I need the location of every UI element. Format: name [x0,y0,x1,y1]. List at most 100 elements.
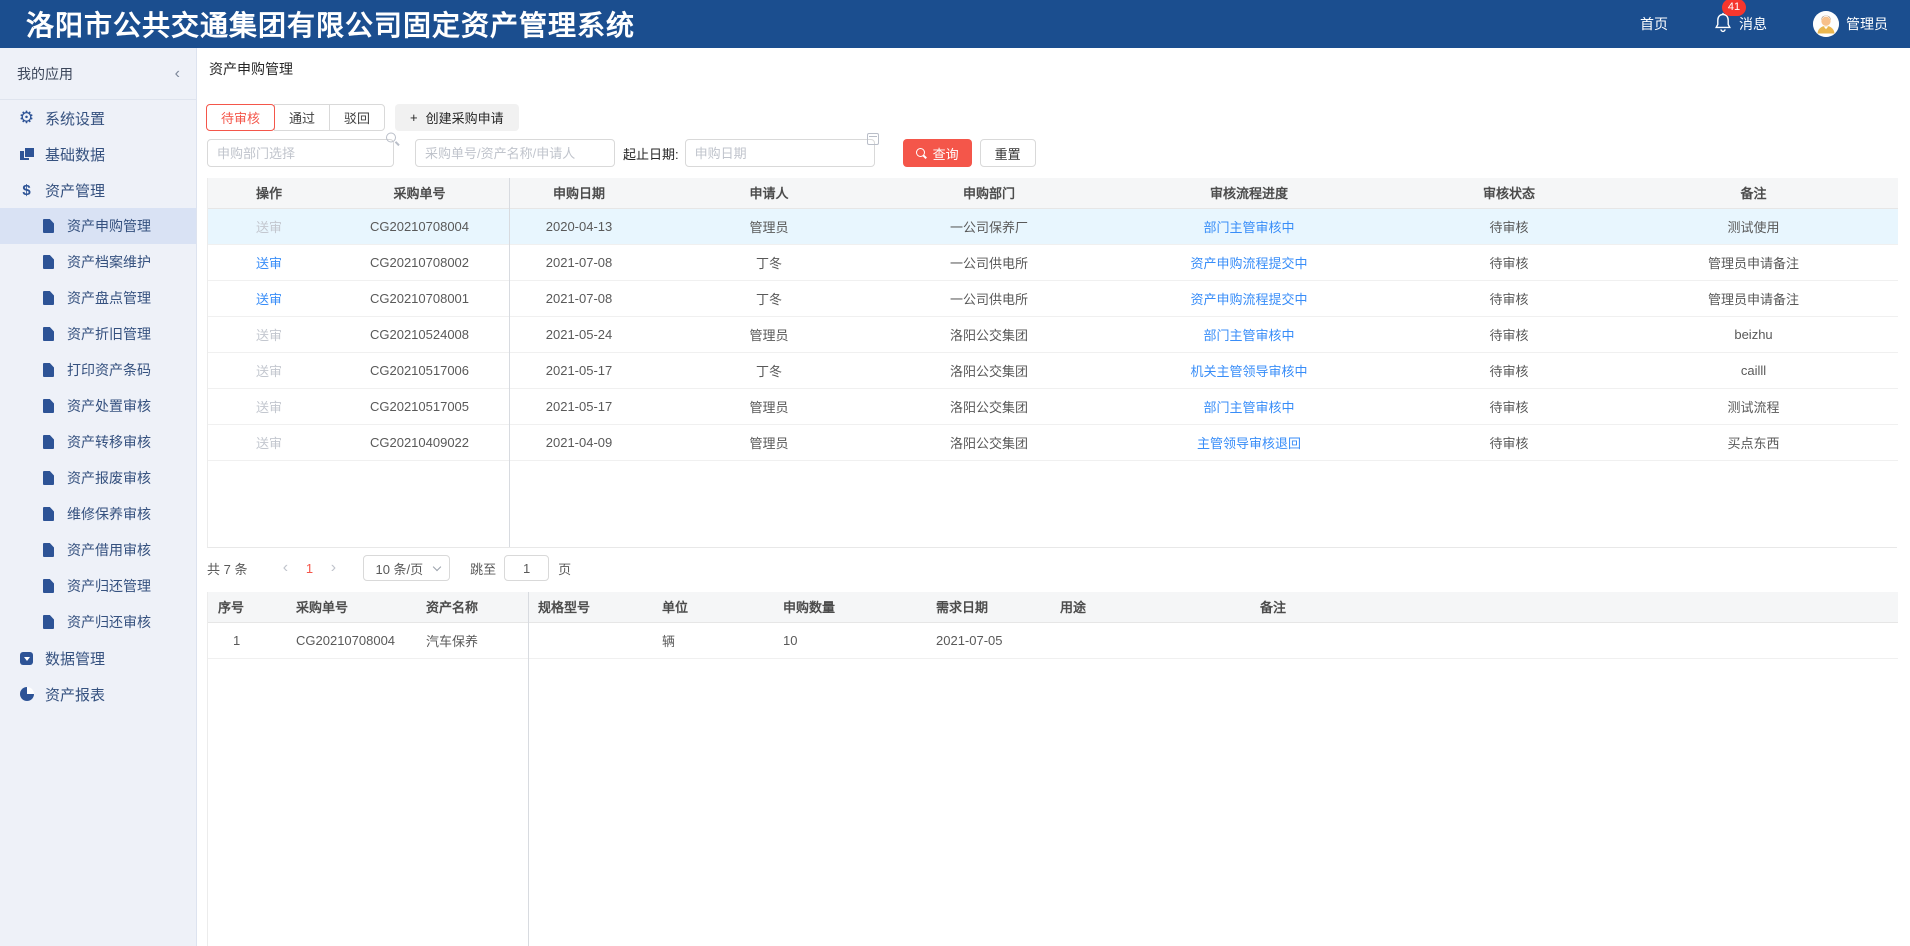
detail-row: 1 CG20210708004 汽车保养 辆 10 2021-07-05 [208,622,1898,658]
status-tab[interactable]: 通过 [274,104,330,131]
sidebar-item[interactable]: 打印资产条码 [0,352,196,388]
order-no-cell: CG20210517005 [330,388,509,424]
sidebar-item-label: 资产归还管理 [67,576,151,596]
table-row[interactable]: 送审 CG20210708001 2021-07-08 丁冬 一公司供电所 资产… [208,280,1898,316]
remark-cell: 管理员申请备注 [1609,244,1898,280]
sidebar-item-label: 资产管理 [45,180,105,201]
sidebar-item[interactable]: 资产盘点管理 [0,280,196,316]
remark-cell: 测试流程 [1609,388,1898,424]
detail-table: 序号采购单号资产名称规格型号单位申购数量需求日期用途备注 1 CG2021070… [207,592,1897,946]
status-cell: 待审核 [1409,352,1609,388]
avatar [1813,11,1839,37]
order-no-cell: CG20210708002 [330,244,509,280]
sidebar-item[interactable]: 资产报废审核 [0,460,196,496]
sidebar-item[interactable]: 资产归还管理 [0,568,196,604]
progress-link[interactable]: 机关主管领导审核中 [1190,364,1307,379]
table-row[interactable]: 送审 CG20210517005 2021-05-17 管理员 洛阳公交集团 部… [208,388,1898,424]
progress-link[interactable]: 部门主管审核中 [1203,400,1294,415]
status-cell: 待审核 [1409,316,1609,352]
progress-link[interactable]: 部门主管审核中 [1203,220,1294,235]
sidebar-item[interactable]: 资产折旧管理 [0,316,196,352]
date-cell: 2021-05-17 [509,352,649,388]
query-button[interactable]: 查询 [903,139,972,167]
progress-link[interactable]: 资产申购流程提交中 [1190,256,1307,271]
column-header: 单位 [652,592,773,622]
dollar-icon [18,182,35,198]
submit-review-link[interactable]: 送审 [256,292,282,307]
page-size-select[interactable]: 10 条/页 [363,555,450,581]
dept-cell: 一公司保养厂 [889,208,1089,244]
sidebar-item[interactable]: 基础数据 [0,136,196,172]
nav-home[interactable]: 首页 [1640,14,1668,34]
column-header: 审核流程进度 [1089,178,1409,208]
jump-suffix: 页 [558,559,571,578]
table-row[interactable]: 送审 CG20210708002 2021-07-08 丁冬 一公司供电所 资产… [208,244,1898,280]
order-no-cell: CG20210517006 [330,352,509,388]
progress-link[interactable]: 部门主管审核中 [1203,328,1294,343]
document-icon [40,290,57,306]
next-page-button[interactable]: › [321,560,345,576]
dept-select-input[interactable] [207,139,394,167]
progress-link[interactable]: 主管领导审核退回 [1197,436,1301,451]
reset-button[interactable]: 重置 [980,139,1036,167]
submit-review-link[interactable]: 送审 [256,220,282,235]
date-cell: 2020-04-13 [509,208,649,244]
progress-link[interactable]: 资产申购流程提交中 [1190,292,1307,307]
order-no-cell: CG20210708004 [286,622,416,658]
document-icon [40,542,57,558]
column-header: 用途 [1050,592,1250,622]
table-row[interactable]: 送审 CG20210708004 2020-04-13 管理员 一公司保养厂 部… [208,208,1898,244]
column-header: 序号 [208,592,286,622]
status-tab[interactable]: 驳回 [329,104,385,131]
table-row[interactable]: 送审 CG20210524008 2021-05-24 管理员 洛阳公交集团 部… [208,316,1898,352]
submit-review-link[interactable]: 送审 [256,256,282,271]
sidebar-item[interactable]: 资产管理 [0,172,196,208]
column-header: 申购数量 [773,592,926,622]
sidebar-item[interactable]: 系统设置 [0,100,196,136]
column-header: 申购部门 [889,178,1089,208]
submit-review-link[interactable]: 送审 [256,364,282,379]
table-row[interactable]: 送审 CG20210409022 2021-04-09 管理员 洛阳公交集团 主… [208,424,1898,460]
create-purchase-button[interactable]: + 创建采购申请 [395,104,519,131]
quantity-cell: 10 [773,622,926,658]
table-row[interactable]: 送审 CG20210517006 2021-05-17 丁冬 洛阳公交集团 机关… [208,352,1898,388]
app-header: 洛阳市公共交通集团有限公司固定资产管理系统 首页 41 消息 管理员 [0,0,1910,48]
calendar-icon [867,133,879,145]
sidebar-item-label: 数据管理 [45,648,105,669]
sidebar-item[interactable]: 维修保养审核 [0,496,196,532]
document-icon [40,506,57,522]
sidebar-item-label: 资产借用审核 [67,540,151,560]
prev-page-button[interactable]: ‹ [273,560,297,576]
submit-review-link[interactable]: 送审 [256,400,282,415]
sidebar-item[interactable]: 资产处置审核 [0,388,196,424]
collapse-sidebar-icon[interactable]: ‹ [175,65,180,83]
jump-page-input[interactable] [504,555,549,581]
keyword-input[interactable] [415,139,615,167]
status-tab[interactable]: 待审核 [206,104,275,131]
sidebar-item[interactable]: 资产归还审核 [0,604,196,640]
applicant-cell: 管理员 [649,316,889,352]
table-header-row: 序号采购单号资产名称规格型号单位申购数量需求日期用途备注 [208,592,1898,622]
submit-review-link[interactable]: 送审 [256,328,282,343]
sidebar-item[interactable]: 数据管理 [0,640,196,676]
sidebar-item[interactable]: 资产报表 [0,676,196,712]
nav-user[interactable]: 管理员 [1813,11,1888,37]
main-content: 资产申购管理 待审核 通过 驳回 + 创建采购申请 起止日期: [197,48,1910,946]
nav-messages[interactable]: 41 消息 [1714,12,1767,36]
sidebar-item[interactable]: 资产申购管理 [0,208,196,244]
date-input[interactable] [685,139,875,167]
sidebar-item[interactable]: 资产档案维护 [0,244,196,280]
document-icon [40,434,57,450]
submit-review-link[interactable]: 送审 [256,436,282,451]
date-cell: 2021-05-17 [509,388,649,424]
total-count: 共 7 条 [207,559,247,578]
column-header: 规格型号 [528,592,652,622]
page-number[interactable]: 1 [297,561,321,576]
search-icon [916,148,927,159]
page-title: 资产申购管理 [209,59,293,79]
sidebar-item[interactable]: 资产借用审核 [0,532,196,568]
sidebar-item[interactable]: 资产转移审核 [0,424,196,460]
column-header: 需求日期 [926,592,1050,622]
message-badge: 41 [1722,0,1746,16]
column-header: 操作 [208,178,330,208]
